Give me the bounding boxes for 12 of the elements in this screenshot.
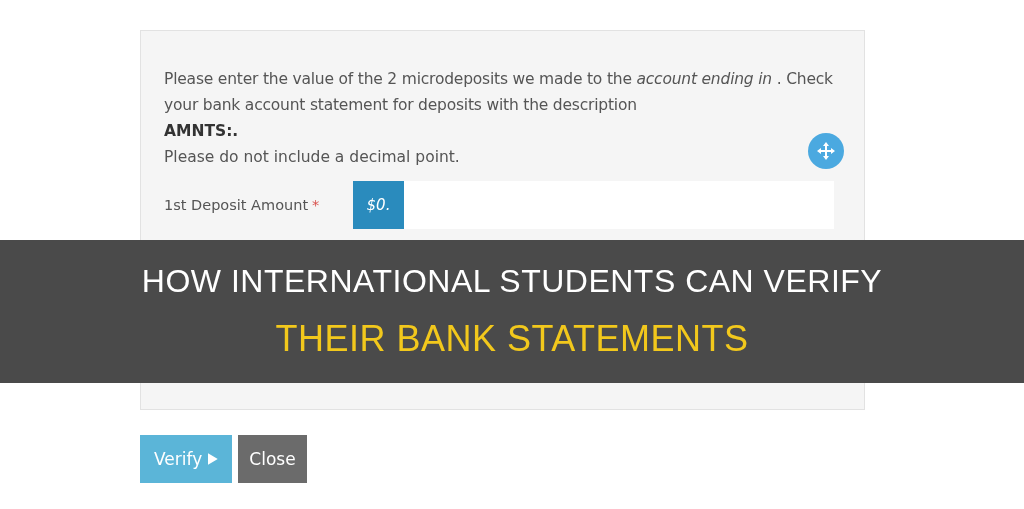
banner-title: THEIR BANK STATEMENTS: [275, 318, 749, 360]
close-button[interactable]: Close: [238, 435, 307, 483]
input-field[interactable]: [404, 181, 834, 229]
field-label: 1st Deposit Amount: [164, 197, 309, 213]
instruction-text: Please enter the value of the 2 microdeposits we made to the account ending in . Check your bank account statement for deposits with the description: [164, 69, 834, 116]
instruction-text: Please do not include a decimal point.: [164, 147, 460, 168]
description-code: AMNTS:.: [164, 121, 240, 142]
banner-title: HOW INTERNATIONAL STUDENTS CAN VERIFY: [141, 263, 883, 300]
move-icon[interactable]: [808, 133, 844, 169]
required-mark: *: [312, 197, 320, 213]
currency-prefix: $0.: [353, 181, 404, 229]
play-icon: [208, 453, 218, 465]
